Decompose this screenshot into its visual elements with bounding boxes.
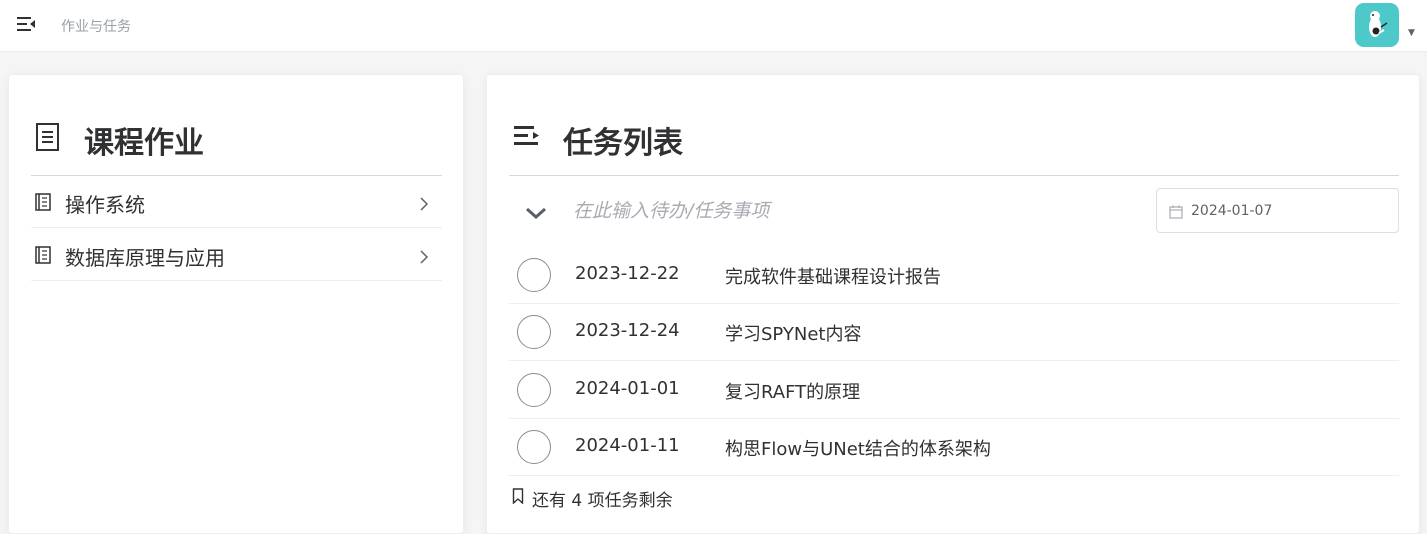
course-label: 数据库原理与应用 [65, 246, 225, 270]
task-row: 2023-12-24 学习SPYNet内容 [509, 304, 1399, 361]
task-row: 2023-12-22 完成软件基础课程设计报告 [509, 247, 1399, 304]
date-value: 2024-01-07 [1191, 203, 1273, 219]
task-date: 2023-12-22 [575, 263, 680, 284]
task-list-title: 任务列表 [563, 126, 683, 161]
task-row: 2024-01-11 构思Flow与UNet结合的体系架构 [509, 419, 1399, 476]
task-date: 2024-01-01 [575, 378, 680, 399]
task-complete-checkbox[interactable] [517, 315, 551, 349]
task-row: 2024-01-01 复习RAFT的原理 [509, 362, 1399, 419]
date-picker[interactable]: 2024-01-07 [1156, 188, 1399, 233]
document-icon [35, 123, 61, 155]
task-complete-checkbox[interactable] [517, 258, 551, 292]
new-task-input[interactable] [573, 195, 1133, 227]
bookmark-icon [512, 488, 524, 508]
remaining-count-text: 还有 4 项任务剩余 [532, 491, 673, 511]
breadcrumb: 作业与任务 [61, 19, 131, 35]
task-date: 2023-12-24 [575, 320, 680, 341]
menu-collapse-icon[interactable] [16, 14, 36, 34]
remaining-summary: 还有 4 项任务剩余 [509, 485, 1009, 511]
avatar[interactable] [1355, 3, 1399, 47]
task-text: 复习RAFT的原理 [725, 382, 861, 403]
task-date: 2024-01-11 [575, 435, 680, 456]
task-complete-checkbox[interactable] [517, 430, 551, 464]
task-text: 学习SPYNet内容 [725, 324, 862, 345]
chevron-right-icon [419, 249, 429, 268]
task-list-card: 任务列表 2024-01-07 2023-12-22 完成软件基础课程设计报告 … [486, 74, 1420, 534]
course-label: 操作系统 [65, 193, 145, 217]
notebook-icon [35, 246, 51, 268]
top-bar: 作业与任务 ▼ [0, 0, 1427, 52]
calendar-icon [1169, 204, 1183, 223]
chevron-right-icon [419, 196, 429, 215]
course-assignments-card: 课程作业 操作系统 数据库原理与应用 [8, 74, 464, 534]
avatar-dropdown-icon[interactable]: ▼ [1408, 28, 1415, 38]
task-complete-checkbox[interactable] [517, 373, 551, 407]
chevron-down-icon[interactable] [525, 205, 547, 224]
task-text: 构思Flow与UNet结合的体系架构 [725, 439, 991, 460]
course-item-database[interactable]: 数据库原理与应用 [31, 229, 442, 281]
title-divider [509, 175, 1399, 176]
list-icon [514, 125, 540, 151]
course-assignments-title: 课程作业 [84, 126, 204, 161]
course-item-operating-systems[interactable]: 操作系统 [31, 176, 442, 228]
notebook-icon [35, 193, 51, 215]
task-text: 完成软件基础课程设计报告 [725, 267, 941, 288]
new-task-row: 2024-01-07 [509, 185, 1399, 237]
